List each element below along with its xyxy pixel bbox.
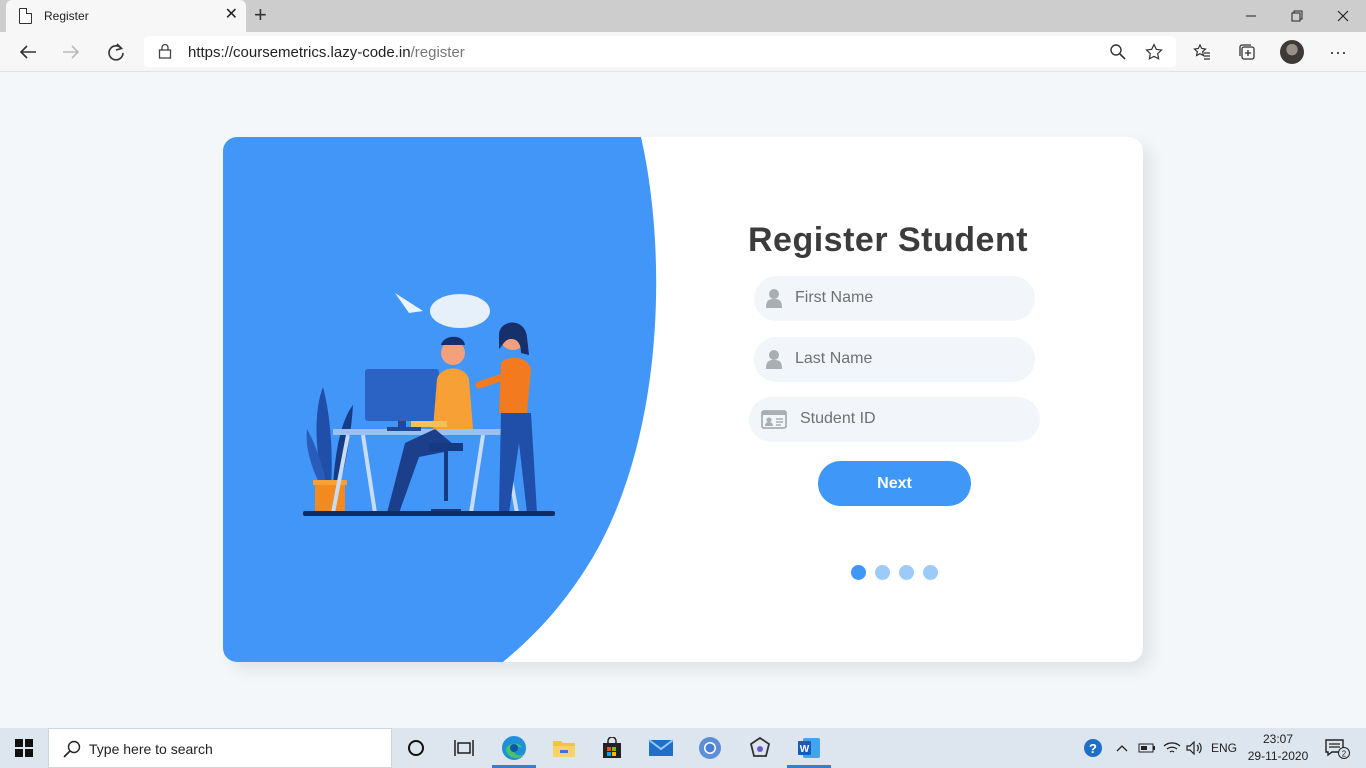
collections-icon bbox=[1239, 44, 1255, 60]
clock[interactable]: 23:07 29-11-2020 bbox=[1240, 731, 1316, 765]
start-button[interactable] bbox=[0, 728, 48, 768]
battery-tray[interactable] bbox=[1136, 728, 1158, 768]
windows-icon bbox=[15, 739, 33, 757]
show-hidden-icons-button[interactable] bbox=[1112, 728, 1132, 768]
url-path: /register bbox=[410, 44, 465, 61]
tab-bar: Register ✕ + bbox=[0, 0, 1366, 32]
back-icon bbox=[19, 45, 36, 59]
address-bar[interactable]: https://coursemetrics.lazy-code.in/regis… bbox=[144, 36, 1176, 67]
network-tray[interactable] bbox=[1160, 728, 1184, 768]
favorites-button[interactable] bbox=[1188, 38, 1216, 66]
app-icon bbox=[749, 736, 771, 757]
favorites-icon bbox=[1193, 43, 1210, 60]
file-explorer-icon bbox=[553, 741, 575, 757]
language-indicator[interactable]: ENG bbox=[1208, 728, 1240, 768]
tab-title: Register bbox=[44, 9, 89, 23]
forward-icon bbox=[63, 45, 80, 59]
help-icon: ? bbox=[1084, 739, 1102, 757]
back-button[interactable] bbox=[14, 38, 42, 66]
collections-button[interactable] bbox=[1233, 38, 1261, 66]
clock-time: 23:07 bbox=[1262, 732, 1294, 746]
edge-icon bbox=[502, 736, 526, 760]
wifi-icon bbox=[1163, 742, 1181, 753]
zoom-icon bbox=[1110, 44, 1126, 60]
svg-text:?: ? bbox=[1089, 741, 1097, 756]
battery-icon bbox=[1138, 743, 1155, 753]
new-tab-button[interactable]: + bbox=[254, 3, 267, 27]
store-icon bbox=[603, 737, 621, 758]
clock-date: 29-11-2020 bbox=[1247, 749, 1309, 763]
pinned-app[interactable] bbox=[736, 728, 784, 768]
next-button[interactable]: Next bbox=[818, 461, 971, 506]
favorite-button[interactable] bbox=[1142, 40, 1166, 64]
help-tray-button[interactable]: ? bbox=[1080, 728, 1106, 768]
students-illustration bbox=[303, 293, 555, 516]
minimize-icon bbox=[1246, 15, 1256, 17]
cortana-button[interactable] bbox=[392, 728, 440, 768]
chevron-up-icon bbox=[1116, 745, 1128, 752]
edge-app[interactable] bbox=[490, 728, 538, 768]
student-id-placeholder: Student ID bbox=[800, 410, 876, 427]
close-window-button[interactable] bbox=[1320, 0, 1366, 32]
tab-close-icon[interactable]: ✕ bbox=[225, 5, 238, 25]
restore-icon bbox=[1291, 10, 1303, 22]
mail-app[interactable] bbox=[637, 728, 685, 768]
minimize-button[interactable] bbox=[1228, 0, 1274, 32]
search-icon bbox=[63, 740, 81, 758]
page-title: Register Student bbox=[748, 221, 1029, 259]
profile-avatar[interactable] bbox=[1280, 40, 1304, 64]
svg-text:W: W bbox=[800, 744, 810, 755]
user-icon bbox=[766, 289, 782, 308]
student-id-field[interactable]: Student ID bbox=[749, 397, 1040, 442]
refresh-icon bbox=[108, 43, 124, 61]
store-app[interactable] bbox=[588, 728, 636, 768]
first-name-placeholder: First Name bbox=[795, 289, 874, 306]
step-dot-3[interactable] bbox=[899, 565, 914, 580]
file-explorer-app[interactable] bbox=[540, 728, 588, 768]
volume-tray[interactable] bbox=[1184, 728, 1206, 768]
close-icon bbox=[1337, 10, 1349, 22]
navigation-bar: https://coursemetrics.lazy-code.in/regis… bbox=[0, 32, 1366, 72]
task-view-icon bbox=[454, 740, 474, 756]
url-host: https://coursemetrics.lazy-code.in bbox=[188, 44, 411, 61]
lock-icon bbox=[158, 43, 172, 59]
action-center-button[interactable]: 2 bbox=[1320, 728, 1354, 768]
cortana-icon bbox=[408, 740, 424, 756]
search-placeholder: Type here to search bbox=[89, 741, 213, 757]
user-icon bbox=[766, 350, 782, 369]
first-name-field[interactable]: First Name bbox=[754, 276, 1035, 321]
last-name-field[interactable]: Last Name bbox=[754, 337, 1035, 382]
step-indicator bbox=[851, 565, 938, 580]
mail-icon bbox=[648, 739, 674, 756]
chrome-icon bbox=[699, 737, 721, 759]
word-icon: W bbox=[798, 738, 820, 758]
taskbar: Type here to search W ? ENG 23:07 29-11-… bbox=[0, 728, 1366, 768]
step-dot-1[interactable] bbox=[851, 565, 866, 580]
word-app[interactable]: W bbox=[785, 728, 833, 768]
more-button[interactable]: ··· bbox=[1324, 38, 1352, 66]
url-text: https://coursemetrics.lazy-code.in/regis… bbox=[188, 44, 465, 61]
notification-count: 2 bbox=[1342, 750, 1347, 759]
tab-register[interactable]: Register ✕ bbox=[6, 0, 246, 32]
id-card-icon bbox=[761, 410, 787, 429]
forward-button[interactable] bbox=[57, 38, 85, 66]
task-view-button[interactable] bbox=[440, 728, 488, 768]
zoom-button[interactable] bbox=[1106, 40, 1130, 64]
page-icon bbox=[19, 8, 32, 24]
star-icon bbox=[1145, 43, 1163, 60]
last-name-placeholder: Last Name bbox=[795, 350, 873, 367]
refresh-button[interactable] bbox=[102, 38, 130, 66]
taskbar-search[interactable]: Type here to search bbox=[48, 728, 392, 768]
chrome-app[interactable] bbox=[686, 728, 734, 768]
step-dot-4[interactable] bbox=[923, 565, 938, 580]
notification-icon: 2 bbox=[1325, 739, 1350, 759]
volume-icon bbox=[1186, 741, 1202, 755]
step-dot-2[interactable] bbox=[875, 565, 890, 580]
register-card: Register Student First Name Last Name St… bbox=[223, 137, 1143, 662]
restore-button[interactable] bbox=[1274, 0, 1320, 32]
